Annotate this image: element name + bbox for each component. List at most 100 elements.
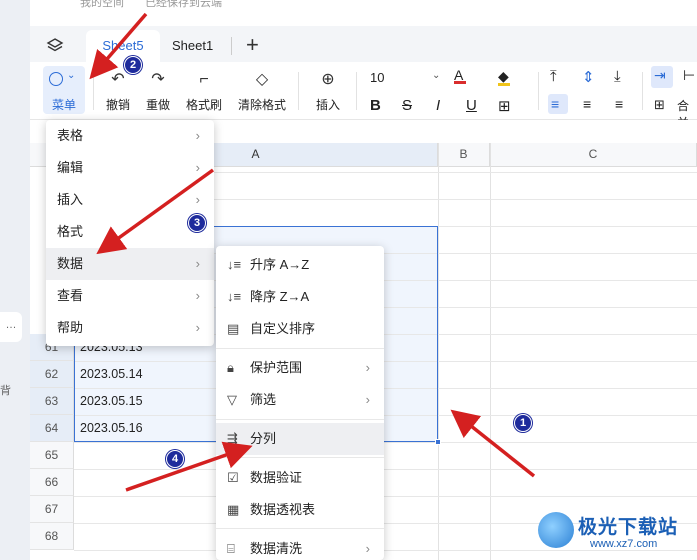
data-clean-icon: ⌸	[227, 541, 235, 556]
watermark-name: 极光下载站	[578, 517, 679, 538]
pivot-table-icon: ▦	[227, 502, 240, 517]
menu-item-label: 数据	[57, 256, 84, 271]
step-marker-3: 3	[188, 214, 206, 232]
row-header[interactable]: 65	[30, 442, 74, 469]
align-left-icon[interactable]: ≡	[551, 96, 559, 112]
align-center-icon[interactable]: ≡	[583, 96, 591, 112]
submenu-filter[interactable]: ▽ 筛选 ›	[216, 384, 384, 416]
undo-label: 撤销	[105, 98, 130, 112]
breadcrumb-space[interactable]: 我的空间	[80, 0, 124, 9]
more-icon[interactable]: …	[0, 312, 22, 342]
step-marker-1: 1	[514, 414, 532, 432]
tab-divider	[231, 37, 232, 55]
submenu-sort-desc[interactable]: ↓≡ 降序 Z→A	[216, 281, 384, 313]
filter-icon: ▽	[227, 392, 237, 407]
menu-item-table[interactable]: 表格 ›	[46, 120, 214, 152]
chevron-down-icon: ⌄	[67, 70, 76, 81]
column-line	[490, 143, 491, 560]
submenu-label: 分列	[250, 431, 277, 446]
merge-icon[interactable]: ⇥	[654, 67, 666, 84]
row-header[interactable]: 63	[30, 388, 74, 415]
row-header[interactable]: 64	[30, 415, 74, 442]
row-header[interactable]: 62	[30, 361, 74, 388]
align-middle-icon[interactable]: ⇕	[582, 68, 595, 86]
submenu-divider	[216, 457, 384, 458]
submenu-sort-asc[interactable]: ↓≡ 升序 A→Z	[216, 249, 384, 281]
row-line	[74, 442, 697, 443]
redo-label: 重做	[145, 98, 170, 112]
fill-handle[interactable]	[435, 439, 441, 445]
menu-item-view[interactable]: 查看 ›	[46, 280, 214, 312]
main-menu: 表格 › 编辑 › 插入 › 格式 数据 › 查看 › 帮助 ›	[46, 120, 214, 346]
font-size-select[interactable]: 10	[370, 70, 384, 85]
submenu-label: 数据透视表	[250, 502, 316, 517]
freeze-icon[interactable]: ⊞	[654, 97, 665, 113]
underline-icon[interactable]: U	[466, 97, 477, 114]
menu-button-label: 菜单	[51, 98, 76, 112]
strikethrough-icon[interactable]: S	[402, 97, 412, 114]
fill-color-icon[interactable]: ◆	[498, 68, 510, 86]
row-line	[74, 496, 697, 497]
redo-icon: ↷	[151, 71, 165, 88]
step-marker-2: 2	[124, 56, 142, 74]
menu-item-edit[interactable]: 编辑 ›	[46, 152, 214, 184]
align-top-icon[interactable]: ⤒	[550, 68, 557, 85]
submenu-label: 升序 A→Z	[250, 257, 310, 272]
left-sidebar-strip: … 背	[0, 0, 30, 560]
menu-item-data[interactable]: 数据 ›	[46, 248, 214, 280]
row-line	[74, 550, 697, 551]
column-header-c[interactable]: C	[490, 143, 697, 167]
sort-desc-icon: ↓≡	[227, 289, 242, 304]
row-header[interactable]: 67	[30, 496, 74, 523]
submenu-data-clean[interactable]: ⌸ 数据清洗 ›	[216, 533, 384, 560]
menu-item-insert[interactable]: 插入 ›	[46, 184, 214, 216]
chevron-right-icon: ›	[195, 256, 200, 271]
custom-sort-icon: ▤	[227, 321, 240, 336]
border-icon[interactable]: ⊞	[498, 97, 511, 115]
submenu-label: 数据验证	[250, 470, 303, 485]
tab-sheet1[interactable]: Sheet1	[172, 30, 222, 62]
bold-icon[interactable]: B	[370, 97, 381, 114]
redo-button[interactable]: ↷ 重做	[136, 70, 180, 113]
wrap-icon[interactable]: ⊢	[683, 67, 695, 84]
tab-sheet5[interactable]: Sheet5	[86, 30, 160, 62]
align-right-icon[interactable]: ≡	[615, 96, 623, 112]
add-sheet-button[interactable]: +	[246, 29, 259, 61]
font-color-icon[interactable]: A	[454, 67, 466, 84]
layers-icon[interactable]	[46, 37, 64, 55]
column-header-b[interactable]: B	[438, 143, 490, 167]
undo-button[interactable]: ↶ 撤销	[96, 70, 140, 113]
italic-icon[interactable]: I	[436, 97, 440, 114]
menu-item-label: 查看	[57, 288, 84, 303]
menu-item-label: 插入	[57, 192, 84, 207]
menu-item-label: 编辑	[57, 160, 84, 175]
chevron-down-icon[interactable]: ⌄	[432, 70, 440, 81]
format-painter-icon: ⌐	[199, 71, 209, 88]
submenu-label: 筛选	[250, 392, 277, 407]
clear-format-button[interactable]: ◇ 清除格式	[234, 70, 290, 113]
submenu-protect-range[interactable]: 🔒︎ 保护范围 ›	[216, 352, 384, 384]
menu-icon	[49, 72, 63, 86]
toolbar-divider	[642, 72, 643, 110]
validation-icon: ☑	[227, 470, 239, 485]
format-painter-button[interactable]: ⌐ 格式刷	[182, 70, 226, 113]
insert-button[interactable]: ⊕ 插入	[306, 70, 350, 113]
insert-label: 插入	[315, 98, 340, 112]
eraser-icon: ◇	[255, 71, 269, 88]
align-bottom-icon[interactable]: ⤓	[614, 68, 621, 85]
clear-format-label: 清除格式	[237, 98, 286, 112]
submenu-pivot-table[interactable]: ▦ 数据透视表	[216, 494, 384, 526]
row-header[interactable]: 66	[30, 469, 74, 496]
menu-item-help[interactable]: 帮助 ›	[46, 312, 214, 344]
row-header[interactable]: 68	[30, 523, 74, 550]
watermark-logo	[538, 512, 574, 548]
split-column-icon: ⇶	[227, 431, 238, 446]
watermark-url: www.xz7.com	[590, 538, 658, 550]
submenu-custom-sort[interactable]: ▤ 自定义排序	[216, 313, 384, 345]
submenu-label: 数据清洗	[250, 541, 303, 556]
submenu-split-column[interactable]: ⇶ 分列	[216, 423, 384, 455]
menu-item-label: 格式	[57, 224, 84, 239]
menu-button[interactable]: ⌄ 菜单	[43, 66, 85, 114]
submenu-data-validation[interactable]: ☑ 数据验证	[216, 462, 384, 494]
breadcrumb: 我的空间 已经保存到云端	[80, 0, 240, 9]
